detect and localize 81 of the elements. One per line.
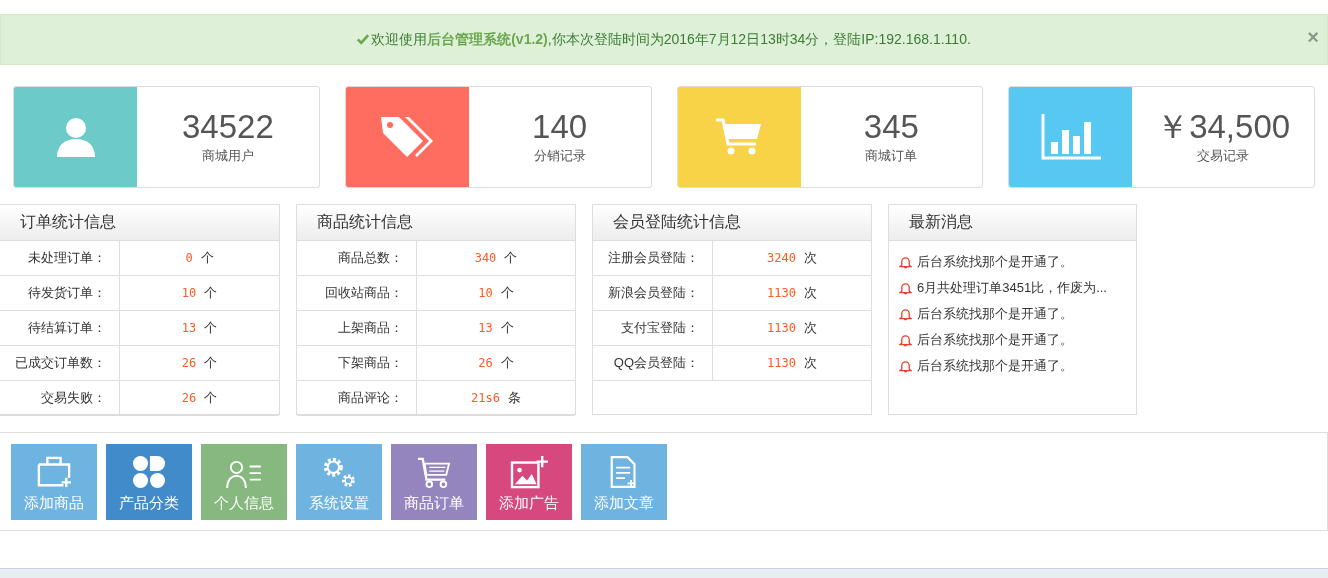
cart-icon — [714, 117, 764, 157]
cart-icon — [417, 456, 451, 489]
count-value: 1130 — [767, 356, 796, 370]
unit-label: 次 — [803, 284, 817, 302]
table-cell: 上架商品： — [297, 311, 417, 345]
stat-value: 140 — [532, 108, 588, 146]
table-cell: 注册会员登陆： — [593, 241, 713, 275]
count-value: 13 — [478, 321, 493, 335]
shortcut-button[interactable]: 产品分类 — [106, 443, 192, 520]
document-plus-icon — [610, 454, 638, 489]
stat-label: 商城订单 — [865, 147, 918, 166]
stat-value: ￥34,500 — [1156, 108, 1291, 146]
table-cell: 支付宝登陆： — [593, 311, 713, 345]
table-cell: 交易失败： — [0, 381, 120, 415]
contact-icon — [225, 458, 263, 489]
table-cell: 回收站商品： — [297, 276, 417, 310]
shortcut-button[interactable]: 添加广告 — [486, 443, 572, 520]
shortcut-button[interactable]: 添加商品 — [11, 443, 97, 520]
table-cell: 已成交订单数： — [0, 346, 120, 380]
unit-label: 个 — [204, 319, 218, 337]
unit-label: 个 — [500, 284, 514, 302]
stat-label: 交易记录 — [1197, 147, 1250, 166]
close-button[interactable]: × — [1307, 27, 1319, 47]
unit-label: 个 — [200, 249, 214, 267]
bell-icon — [899, 333, 912, 347]
count-value: 26 — [478, 356, 493, 370]
panel-title: 会员登陆统计信息 — [613, 212, 741, 232]
table-cell: 下架商品： — [297, 346, 417, 380]
bell-icon — [899, 255, 912, 269]
stat-value: 345 — [863, 108, 919, 146]
image-plus-icon — [509, 454, 549, 489]
unit-label: 个 — [500, 354, 514, 372]
count-value: 1130 — [767, 286, 796, 300]
panel-title: 订单统计信息 — [20, 212, 116, 232]
count-value: 13 — [181, 321, 197, 335]
shortcut-button[interactable]: 个人信息 — [201, 443, 287, 520]
unit-label: 次 — [803, 319, 817, 337]
table-cell: 新浪会员登陆： — [593, 276, 713, 310]
news-link[interactable]: 后台系统找那个是开通了。 — [917, 357, 1073, 375]
shortcut-button[interactable]: 添加文章 — [581, 443, 667, 520]
bell-icon — [899, 359, 912, 373]
count-value: 0 — [185, 251, 193, 265]
news-link[interactable]: 后台系统找那个是开通了。 — [917, 305, 1073, 323]
stat-value: 34522 — [182, 108, 274, 146]
table-cell: QQ会员登陆： — [593, 346, 713, 380]
panel-title: 最新消息 — [909, 212, 973, 232]
shortcut-button[interactable]: 系统设置 — [296, 443, 382, 520]
news-link[interactable]: 后台系统找那个是开通了。 — [917, 253, 1073, 271]
welcome-message: 欢迎使用后台管理系统(v1.2),你本次登陆时间为2016年7月12日13时34分，登陆IP:192.168.1.110. — [371, 30, 971, 49]
count-value: 10 — [478, 286, 493, 300]
bar-chart-icon — [1040, 114, 1101, 160]
unit-label: 个 — [204, 284, 218, 302]
count-value: 26 — [181, 356, 197, 370]
table-cell: 待结算订单： — [0, 311, 120, 345]
unit-label: 条 — [507, 389, 521, 407]
count-value: 340 — [474, 251, 497, 265]
stat-label: 商城用户 — [201, 147, 254, 166]
count-value: 3240 — [767, 251, 796, 265]
table-cell: 商品评论： — [297, 381, 417, 415]
check-icon — [357, 34, 370, 45]
unit-label: 次 — [803, 354, 817, 372]
stat-label: 分销记录 — [533, 147, 586, 166]
clover-icon — [132, 454, 166, 489]
unit-label: 个 — [500, 319, 514, 337]
news-link[interactable]: 后台系统找那个是开通了。 — [917, 331, 1073, 349]
bell-icon — [899, 307, 912, 321]
unit-label: 个 — [204, 354, 218, 372]
unit-label: 个 — [504, 249, 518, 267]
panel-title: 商品统计信息 — [317, 212, 413, 232]
unit-label: 次 — [803, 249, 817, 267]
table-cell: 待发货订单： — [0, 276, 120, 310]
bell-icon — [899, 281, 912, 295]
count-value: 10 — [181, 286, 197, 300]
count-value: 26 — [181, 391, 197, 405]
news-link[interactable]: 6月共处理订单3451比，作废为... — [917, 279, 1107, 297]
table-cell: 未处理订单： — [0, 241, 120, 275]
count-value: 1130 — [767, 321, 796, 335]
shortcut-button[interactable]: 商品订单 — [391, 443, 477, 520]
count-value: 21s6 — [471, 391, 500, 405]
unit-label: 个 — [204, 389, 218, 407]
table-cell: 商品总数： — [297, 241, 417, 275]
